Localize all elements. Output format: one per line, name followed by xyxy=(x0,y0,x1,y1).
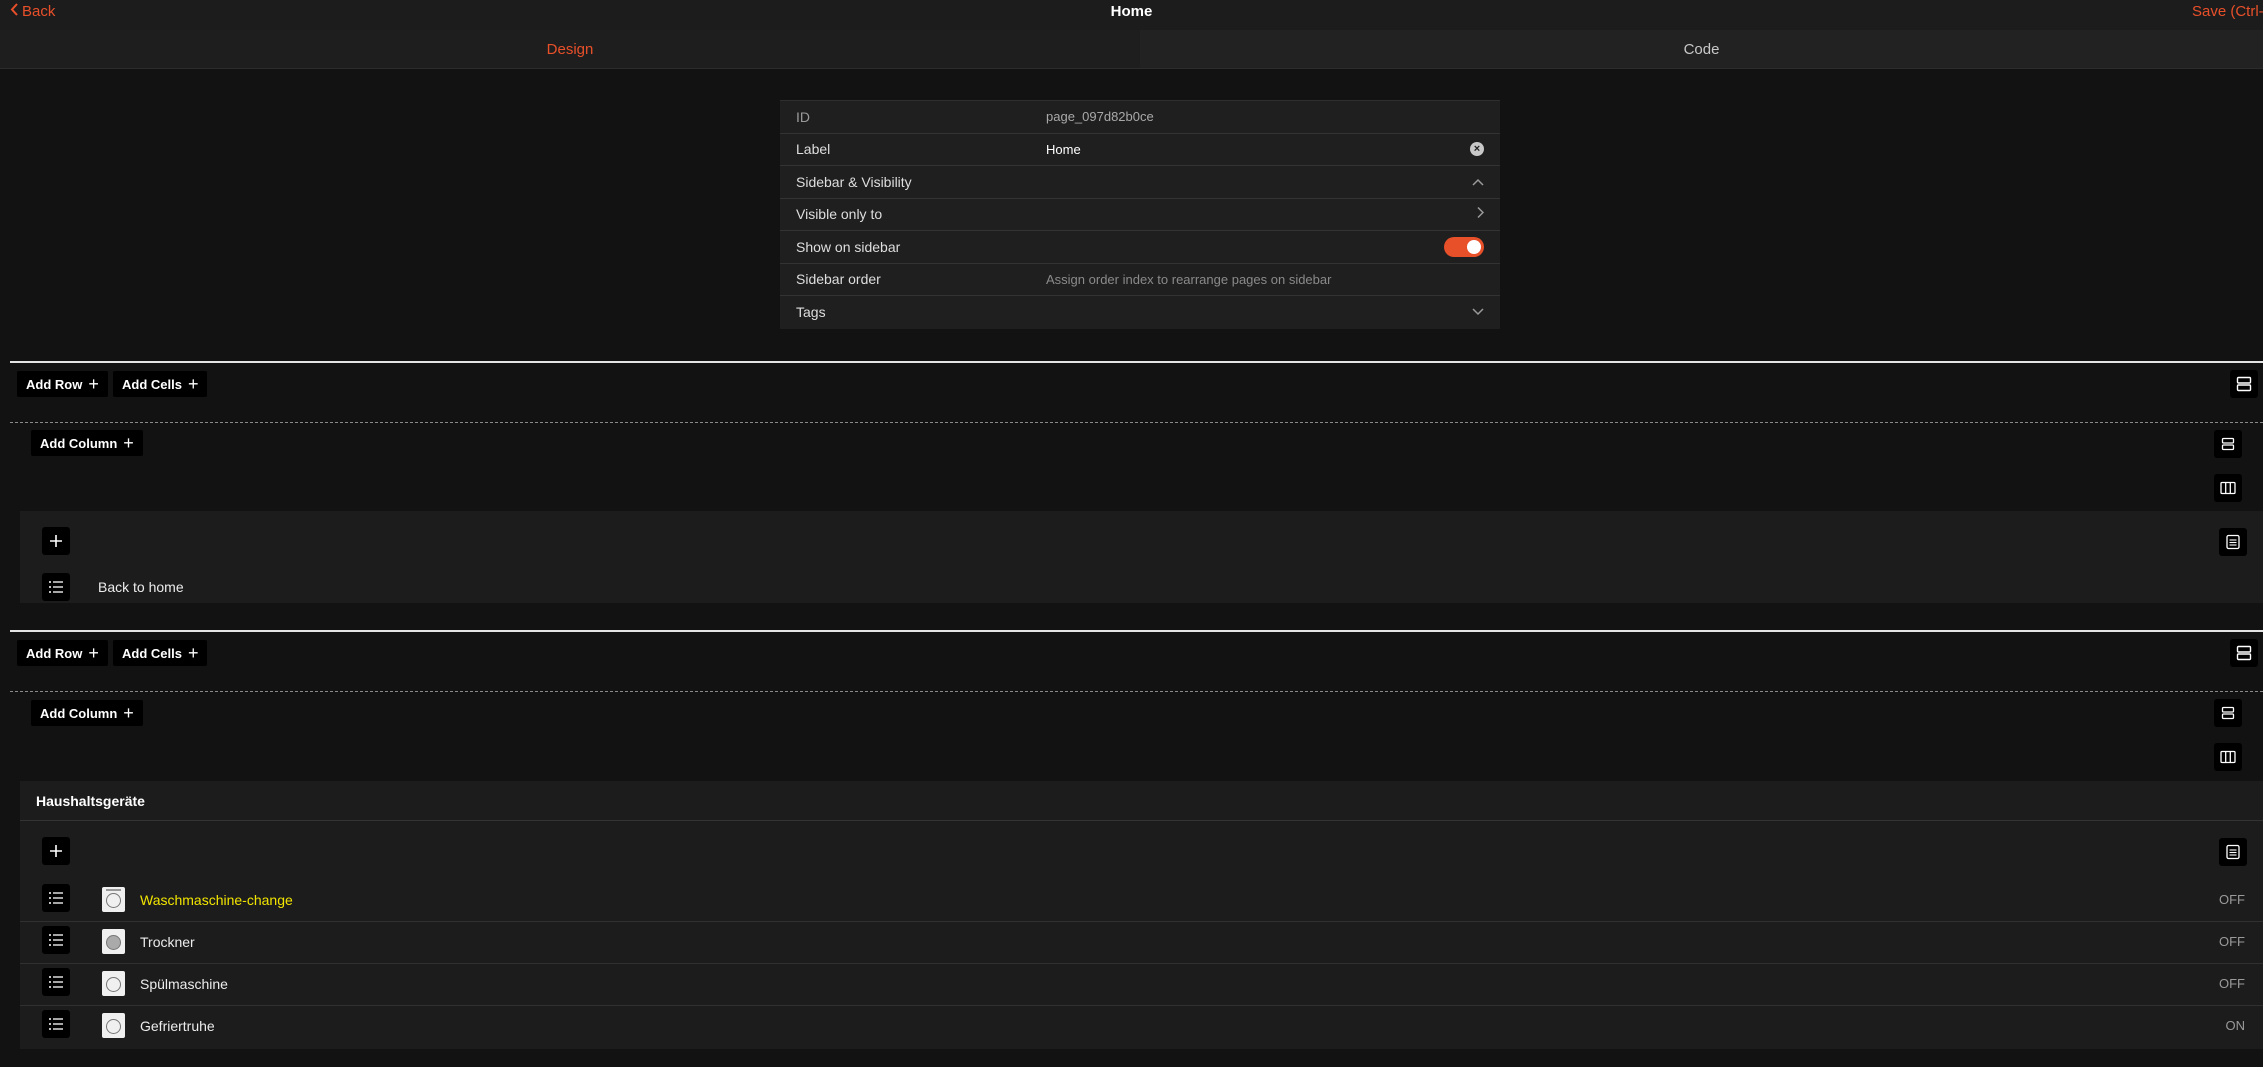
row-divider xyxy=(10,630,2263,632)
cell-header: Haushaltsgeräte xyxy=(20,781,2263,821)
card-icon[interactable] xyxy=(2219,838,2247,866)
freezer-icon xyxy=(102,1013,125,1038)
device-state[interactable]: OFF xyxy=(2219,934,2245,949)
device-state[interactable]: OFF xyxy=(2219,976,2245,991)
tags-label: Tags xyxy=(796,304,826,321)
device-name: Trockner xyxy=(140,934,195,950)
back-to-home-item[interactable]: Back to home xyxy=(98,579,184,595)
device-state[interactable]: ON xyxy=(2226,1018,2246,1033)
row-divider xyxy=(10,361,2263,363)
list-icon[interactable] xyxy=(42,573,70,601)
columns-icon[interactable] xyxy=(2214,474,2242,502)
add-row-button[interactable]: Add Row + xyxy=(17,371,108,397)
add-row-label: Add Row xyxy=(26,645,83,661)
id-row: ID page_097d82b0ce xyxy=(780,101,1500,134)
chevron-right-icon[interactable] xyxy=(1476,207,1485,222)
cell-title: Haushaltsgeräte xyxy=(36,793,145,809)
list-item[interactable]: Trockner OFF xyxy=(20,922,2263,964)
show-on-sidebar-label: Show on sidebar xyxy=(796,238,901,255)
toggle-knob xyxy=(1467,239,1481,254)
tags-row[interactable]: Tags xyxy=(780,296,1500,329)
back-button[interactable]: Back xyxy=(10,3,55,20)
device-name: Gefriertruhe xyxy=(140,1018,215,1034)
chevron-down-icon[interactable] xyxy=(1472,305,1484,319)
list-icon[interactable] xyxy=(42,1010,70,1038)
page-properties-panel: ID page_097d82b0ce Label Home × Sidebar … xyxy=(780,100,1500,329)
add-column-button[interactable]: Add Column + xyxy=(31,430,143,456)
visible-only-to-row[interactable]: Visible only to xyxy=(780,199,1500,231)
add-column-label: Add Column xyxy=(40,435,118,451)
cell-panel xyxy=(20,511,2263,603)
list-item[interactable]: Gefriertruhe ON xyxy=(20,1006,2263,1048)
add-cells-button[interactable]: Add Cells + xyxy=(113,371,208,397)
show-on-sidebar-row: Show on sidebar xyxy=(780,231,1500,264)
sidebar-visibility-label: Sidebar & Visibility xyxy=(796,173,912,190)
tab-bar: Design Code xyxy=(0,30,2263,69)
save-button[interactable]: Save (Ctrl-S) xyxy=(2192,3,2263,20)
add-column-button[interactable]: Add Column + xyxy=(31,700,143,726)
clear-circle-icon[interactable]: × xyxy=(1470,142,1484,157)
show-on-sidebar-toggle[interactable] xyxy=(1444,236,1484,257)
label-label: Label xyxy=(796,141,831,158)
column-divider xyxy=(10,422,2263,423)
sidebar-order-label: Sidebar order xyxy=(796,271,881,288)
list-item[interactable]: Spülmaschine OFF xyxy=(20,964,2263,1006)
top-bar xyxy=(0,0,2263,30)
plus-icon[interactable] xyxy=(42,527,70,555)
column-divider xyxy=(10,691,2263,692)
plus-icon: + xyxy=(88,374,99,394)
device-name: Waschmaschine-change xyxy=(140,892,293,908)
list-icon[interactable] xyxy=(42,968,70,996)
add-column-label: Add Column xyxy=(40,705,118,721)
sidebar-order-row[interactable]: Sidebar order Assign order index to rear… xyxy=(780,264,1500,296)
dishwasher-icon xyxy=(102,971,125,996)
rows-icon[interactable] xyxy=(2214,699,2242,727)
add-cells-label: Add Cells xyxy=(122,645,182,661)
list-icon[interactable] xyxy=(42,926,70,954)
washing-machine-icon xyxy=(102,887,125,912)
chevron-left-icon xyxy=(10,3,18,20)
plus-icon: + xyxy=(123,433,134,453)
back-label: Back xyxy=(22,3,56,20)
columns-icon[interactable] xyxy=(2214,743,2242,771)
device-name: Spülmaschine xyxy=(140,976,228,992)
id-label: ID xyxy=(796,108,810,125)
add-cells-label: Add Cells xyxy=(122,376,182,392)
sidebar-visibility-header[interactable]: Sidebar & Visibility xyxy=(780,166,1500,199)
plus-icon: + xyxy=(88,643,99,663)
chevron-up-icon[interactable] xyxy=(1472,175,1484,189)
plus-icon: + xyxy=(187,374,199,394)
id-value: page_097d82b0ce xyxy=(1046,109,1154,125)
visible-only-to-label: Visible only to xyxy=(796,206,883,223)
dryer-icon xyxy=(102,929,125,954)
list-icon[interactable] xyxy=(42,884,70,912)
rows-icon[interactable] xyxy=(2230,639,2258,667)
device-state[interactable]: OFF xyxy=(2219,892,2245,907)
plus-icon: + xyxy=(187,643,199,663)
add-row-label: Add Row xyxy=(26,376,83,392)
list-item[interactable]: Waschmaschine-change OFF xyxy=(20,880,2263,922)
label-input[interactable]: Home xyxy=(1046,142,1081,157)
plus-icon[interactable] xyxy=(42,837,70,865)
card-icon[interactable] xyxy=(2219,528,2247,556)
tab-code[interactable]: Code xyxy=(1140,30,2263,69)
sidebar-order-input[interactable]: Assign order index to rearrange pages on… xyxy=(1046,272,1331,287)
label-row[interactable]: Label Home × xyxy=(780,134,1500,166)
tab-design[interactable]: Design xyxy=(0,30,1140,69)
add-cells-button[interactable]: Add Cells + xyxy=(113,640,208,666)
rows-icon[interactable] xyxy=(2214,430,2242,458)
plus-icon: + xyxy=(123,703,134,723)
add-row-button[interactable]: Add Row + xyxy=(17,640,108,666)
rows-icon[interactable] xyxy=(2230,370,2258,398)
